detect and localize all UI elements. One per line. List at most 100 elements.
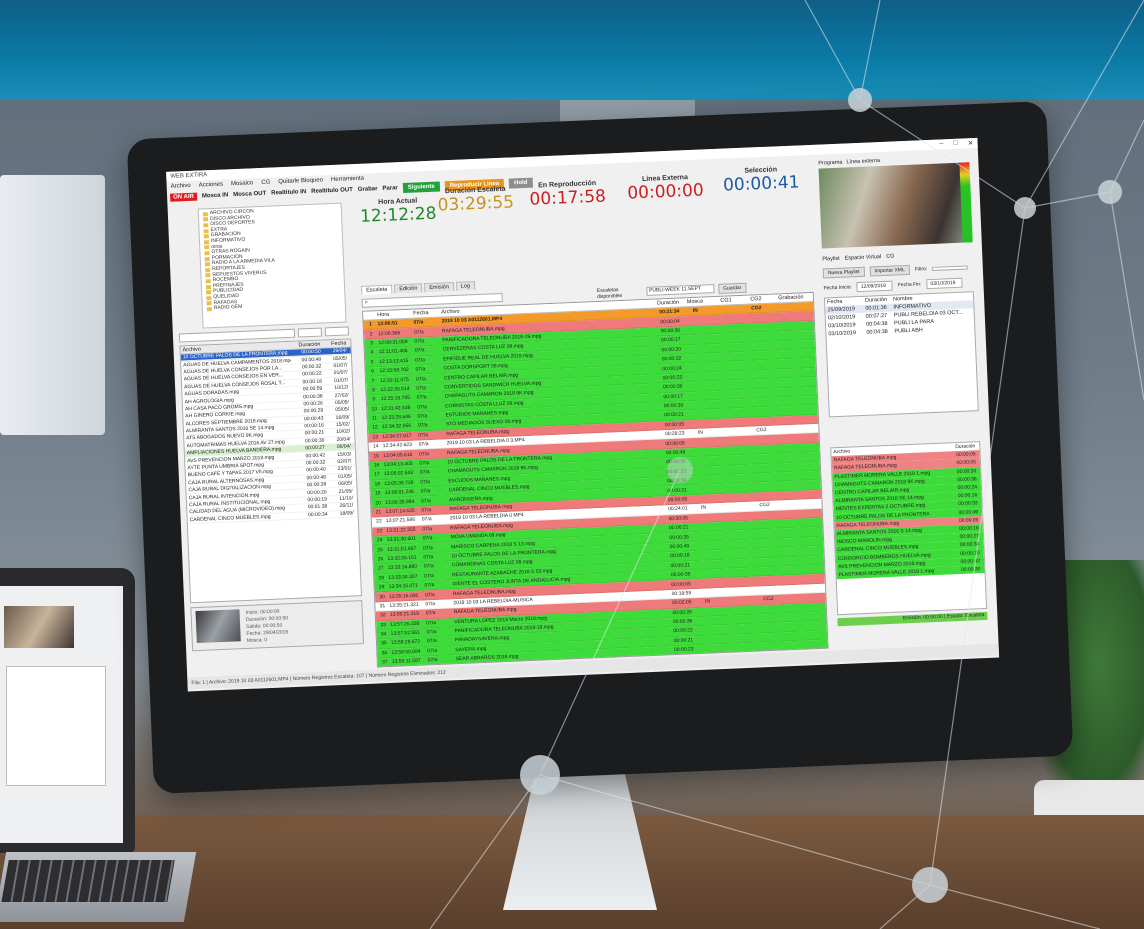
minimize-button[interactable]: –: [939, 140, 943, 148]
importar-xml-button[interactable]: Importar XML: [869, 264, 911, 277]
row-cg1: [720, 525, 750, 526]
row-grabacion: [772, 334, 812, 336]
tab-linea-externa[interactable]: Línea externa: [846, 158, 880, 165]
to-date-field[interactable]: 03/10/2019: [926, 277, 963, 290]
column-header[interactable]: Duración: [865, 297, 893, 304]
row-cg1: [718, 459, 748, 460]
column-header[interactable]: [363, 315, 377, 316]
row-cg2: [743, 336, 773, 337]
row-grabacion: [781, 531, 821, 533]
tab-edicion[interactable]: Edición: [394, 283, 423, 294]
row-time: 13:31:30.601: [386, 535, 416, 544]
column-header[interactable]: Duración: [290, 341, 320, 348]
column-header[interactable]: Hora: [377, 311, 413, 318]
row-cg2: CG2: [756, 427, 767, 434]
row-mosca: [682, 367, 714, 368]
file-date: 01/05/: [337, 473, 353, 480]
grabar-button[interactable]: Grabar: [358, 186, 378, 193]
row-cg1: [722, 562, 752, 563]
left-filter-input[interactable]: [297, 327, 323, 338]
column-header[interactable]: Grabación: [771, 294, 811, 302]
row-date: 07/a: [418, 450, 429, 458]
folder-tree[interactable]: ARCHIVO CIRCON DISCO ARCHIVO DISCO DEPORTE…: [197, 202, 347, 329]
mosca-in-button[interactable]: Mosca IN: [202, 192, 229, 199]
tab-emision[interactable]: Emisión: [424, 281, 455, 293]
row-cg2: [752, 561, 782, 562]
file-date: 16/09/: [335, 414, 350, 421]
row-duration: 00:00:36: [662, 383, 683, 391]
row-time: 13:33:16.880: [387, 564, 418, 572]
left-filter-input-2[interactable]: [324, 326, 350, 337]
clip-thumbnail: [195, 609, 241, 644]
row-mosca: [687, 498, 719, 499]
tab-cg[interactable]: CG: [886, 254, 894, 260]
row-number: 10: [371, 406, 378, 413]
row-duration: 00:00:36: [666, 458, 686, 466]
guardar-button[interactable]: Guardar: [717, 282, 747, 294]
clock-seleccion: Selección 00:00:41: [722, 165, 800, 195]
menu-acciones[interactable]: Acciones: [199, 181, 224, 188]
row-date: 07/a: [413, 319, 424, 326]
app-window: WEB EXTIRA – □ ✕ Archivo Acciones Mosaic…: [166, 137, 1000, 692]
laptop-video-preview: [4, 606, 74, 648]
mosca-out-button[interactable]: Mosca OUT: [233, 191, 266, 198]
folder-icon: [203, 239, 210, 245]
archive-table: Archivo Duración RAFAGA TELEONUBA.mpg 00:…: [830, 441, 988, 616]
row-mosca: [681, 339, 713, 340]
siguiente-button[interactable]: Siguiente: [402, 181, 441, 194]
row-grabacion: [777, 438, 817, 440]
column-header[interactable]: CG1: [711, 297, 741, 304]
row-cg2: [748, 477, 778, 478]
row-date: 07/a: [427, 657, 438, 664]
realtitulo-out-button[interactable]: Realtitulo OUT: [311, 187, 353, 195]
row-mosca: [681, 357, 713, 358]
menu-cg[interactable]: CG: [261, 179, 270, 185]
tab-espacio-virtual[interactable]: Espacio Virtual: [845, 254, 882, 262]
row-duration: 00:00:21: [664, 411, 684, 419]
column-header[interactable]: Mosca: [679, 298, 711, 306]
row-time: 12:22:30.514: [380, 385, 410, 394]
column-header[interactable]: Fecha: [320, 340, 348, 347]
row-duration: 00:00:21: [668, 524, 689, 532]
menu-herramienta[interactable]: Herramienta: [331, 175, 364, 182]
menu-archivo[interactable]: Archivo: [171, 182, 191, 189]
nueva-playlist-button[interactable]: Nueva Playlist: [822, 266, 865, 279]
file-date: 05/05/: [335, 406, 350, 414]
folder-icon: [203, 228, 209, 233]
maximize-button[interactable]: □: [953, 140, 958, 148]
file-duration: 00:00:43: [303, 415, 324, 423]
file-date: 29/04/: [332, 347, 347, 355]
row-number: 7: [371, 377, 375, 385]
tab-escaleta[interactable]: Escaleta: [361, 284, 393, 295]
tab-playlist[interactable]: Playlist: [822, 256, 840, 263]
from-date-field[interactable]: 12/09/2019: [856, 280, 894, 293]
to-date-label: Fecha Fin:: [897, 281, 922, 289]
row-number: 12: [372, 424, 378, 432]
row-time: 13:07:21.586: [385, 517, 416, 525]
tab-log[interactable]: Log: [455, 281, 476, 291]
row-grabacion: [773, 344, 813, 346]
background-lamp: [0, 175, 105, 435]
close-button[interactable]: ✕: [968, 139, 974, 147]
row-mosca: [683, 395, 715, 396]
row-grabacion: [782, 560, 822, 562]
folder-icon: [204, 245, 210, 250]
menu-quitar-bloqueo[interactable]: Quitarle Bloqueo: [278, 177, 323, 185]
row-duration: 00:00:23: [662, 374, 683, 382]
realtitulo-in-button[interactable]: Realtitulo IN: [271, 189, 306, 196]
column-header[interactable]: Fecha: [413, 310, 441, 317]
row-time: 12:15:58.782: [379, 367, 409, 375]
row-date: 07/a: [417, 422, 428, 430]
row-cg2: CG2: [763, 596, 774, 603]
filter-input[interactable]: [932, 265, 969, 271]
file-date: 01/07/: [333, 377, 349, 384]
row-number: 22: [376, 518, 382, 525]
parar-button[interactable]: Parar: [382, 185, 398, 192]
escaleta-select[interactable]: PUBLI-WEEK 11.SEPT: [645, 284, 715, 296]
column-header[interactable]: Duración: [641, 300, 679, 308]
column-header[interactable]: CG2: [741, 296, 771, 303]
menu-mosaico[interactable]: Mosaico: [231, 180, 254, 187]
row-grabacion: [774, 381, 814, 383]
playlist-duration: 00:04:38: [866, 328, 888, 336]
tab-programa[interactable]: Programa: [818, 160, 842, 167]
